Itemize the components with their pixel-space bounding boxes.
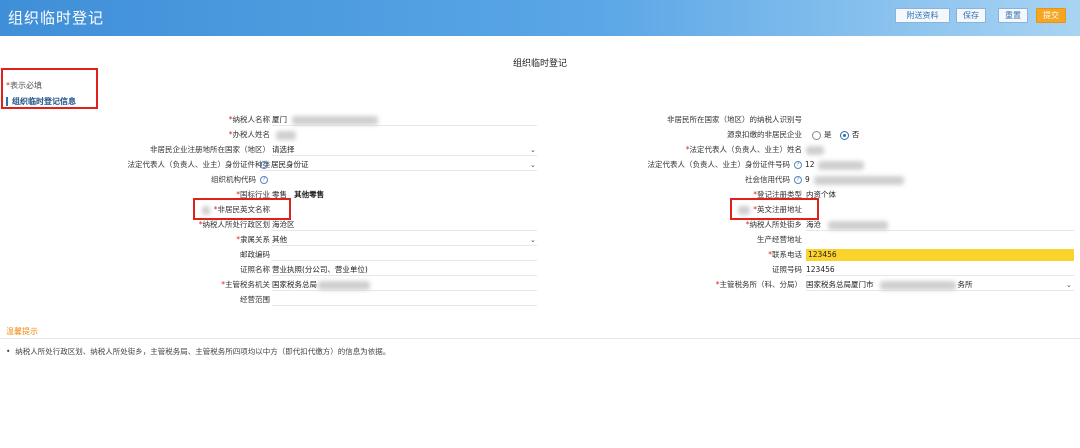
withholding-radio-group[interactable]: 是 否 (806, 129, 886, 141)
redaction-blur (880, 281, 956, 290)
hint-title: 温馨提示 (6, 327, 38, 336)
row-credit-code: 社会信用代码 (745, 175, 790, 184)
row-biz-address: 生产经营地址 (757, 235, 802, 244)
row-legal-id-no: 法定代表人（负责人、业主）身份证件号码 (647, 160, 791, 169)
row-cert-no: 证照号码 (772, 265, 802, 274)
scope-field[interactable] (272, 294, 537, 306)
chevron-down-icon[interactable]: ⌄ (530, 144, 536, 156)
hint-text: • 纳税人所处行政区划、纳税人所处街乡，主管税务局、主管税务所四项均以中方（即代… (6, 347, 391, 356)
tax-authority-field[interactable]: 国家税务总局 (272, 279, 537, 291)
help-icon[interactable]: ? (260, 176, 268, 184)
row-scope: 经营范围 (240, 295, 270, 304)
redaction-blur (828, 221, 888, 230)
redaction-blur (202, 206, 210, 215)
row-nonres-en-name: *非居民英文名称 (213, 205, 270, 214)
row-phone: *联系电话 (768, 250, 802, 259)
chevron-down-icon[interactable]: ⌄ (530, 159, 536, 171)
row-en-address: *英文注册地址 (753, 205, 802, 214)
affiliation-select[interactable]: 其他 (272, 234, 537, 246)
hint-divider (0, 338, 1080, 339)
redaction-blur (818, 161, 864, 170)
row-region: *纳税人所处行政区划 (198, 220, 270, 229)
help-icon[interactable]: ? (794, 176, 802, 184)
legal-id-type-select[interactable]: ? 居民身份证 (260, 159, 537, 171)
org-code-field[interactable]: ? (260, 174, 280, 186)
cert-name-field[interactable]: 营业执照(分公司、营业单位) (272, 264, 537, 276)
required-note: *表示必填 (6, 81, 42, 90)
redaction-blur (318, 281, 370, 290)
help-icon[interactable]: ? (260, 161, 268, 169)
row-tax-authority: *主管税务机关 (221, 280, 270, 289)
submit-button[interactable]: 提交 (1036, 8, 1066, 23)
reset-button[interactable]: 重置 (998, 8, 1028, 23)
row-postcode: 邮政编码 (240, 250, 270, 259)
attachments-button[interactable]: 附送资料 (895, 8, 950, 23)
postcode-field[interactable] (272, 249, 537, 261)
row-affiliation: *隶属关系 (236, 235, 270, 244)
help-icon[interactable]: ? (794, 161, 802, 169)
redaction-blur (276, 131, 296, 140)
phone-field[interactable]: 123456 (806, 249, 1074, 261)
row-legal-name: *法定代表人（负责人、业主）姓名 (685, 145, 802, 154)
chevron-down-icon[interactable]: ⌄ (1066, 279, 1072, 291)
section-title: 组织临时登记信息 (6, 97, 76, 106)
save-button[interactable]: 保存 (956, 8, 986, 23)
row-agent-name: *办税人姓名 (228, 130, 270, 139)
row-reg-country: 非居民企业注册地所在国家（地区） (150, 145, 270, 154)
chevron-down-icon[interactable]: ⌄ (530, 234, 536, 246)
reg-country-select[interactable]: 请选择 (272, 144, 537, 156)
row-legal-id-type: 法定代表人（负责人、业主）身份证件种类 (127, 160, 271, 169)
radio-yes[interactable] (812, 130, 821, 140)
form-title: 组织临时登记 (512, 59, 567, 69)
row-taxpayer-name: *纳税人名称 (228, 115, 270, 124)
row-tax-office: *主管税务所（科、分局） (715, 280, 802, 289)
row-org-code: 组织机构代码 (211, 175, 256, 184)
cert-no-field[interactable]: 123456 (806, 264, 1074, 276)
row-nonres-id: 非居民所在国家（地区）的纳税人识别号 (667, 115, 802, 124)
row-cert-name: 证照名称 (240, 265, 270, 274)
redaction-blur (292, 116, 378, 125)
app-title: 组织临时登记 (8, 9, 105, 27)
redaction-blur (806, 146, 824, 155)
redaction-blur (814, 176, 904, 185)
region-select[interactable]: 海沧区 (272, 219, 537, 231)
redaction-blur (738, 206, 750, 215)
row-street: *纳税人所处街乡 (745, 220, 802, 229)
top-bar: 组织临时登记 附送资料 保存 重置 提交 (0, 0, 1080, 36)
radio-no[interactable] (839, 130, 849, 140)
row-withholding: 源泉扣缴的非居民企业 (727, 130, 802, 139)
